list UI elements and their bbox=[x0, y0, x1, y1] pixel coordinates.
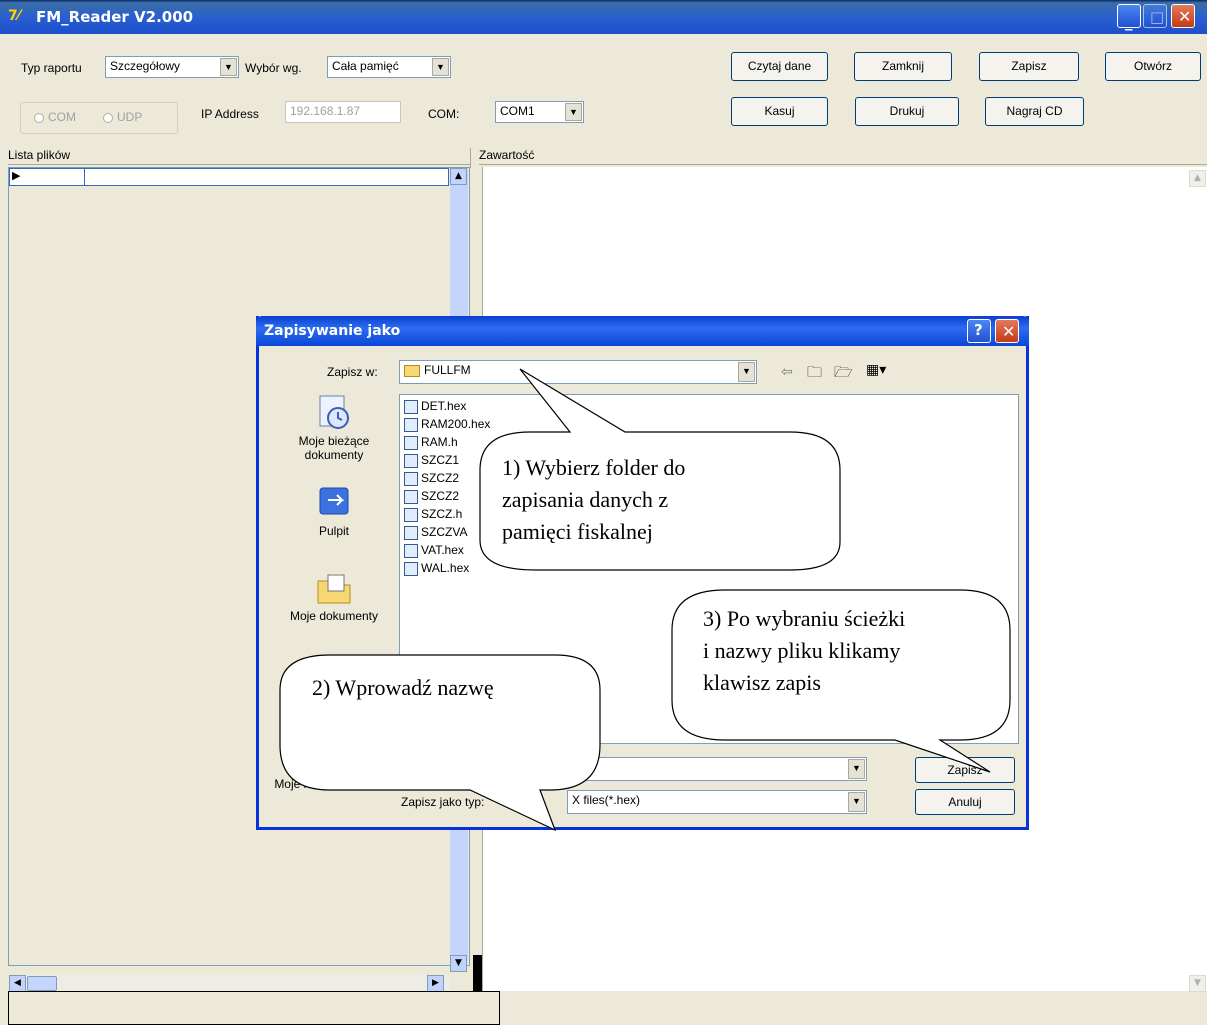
desktop-icon bbox=[314, 482, 354, 522]
file-icon bbox=[404, 561, 418, 576]
file-icon bbox=[404, 417, 418, 432]
burn-cd-button[interactable]: Nagraj CD bbox=[985, 97, 1084, 126]
files-grid-row[interactable]: ▶ bbox=[9, 168, 449, 186]
chevron-down-icon[interactable]: ▼ bbox=[848, 759, 865, 779]
list-item[interactable]: WAL.hex bbox=[404, 561, 469, 576]
dialog-cancel-button[interactable]: Anuluj bbox=[915, 789, 1015, 815]
new-folder-icon[interactable]: 🗁 bbox=[834, 362, 853, 387]
place-desktop[interactable]: Pulpit bbox=[273, 482, 395, 538]
places-bar: Moje bieżące dokumenty Pulpit Moje dokum… bbox=[273, 392, 395, 802]
list-item[interactable]: RAM200.hex bbox=[404, 417, 490, 432]
place-recent[interactable]: Moje bieżące dokumenty bbox=[273, 392, 395, 462]
filename-input[interactable]: ▼ bbox=[567, 757, 867, 781]
minimize-button[interactable]: _ bbox=[1117, 4, 1141, 31]
scroll-up-icon[interactable]: ▲ bbox=[450, 168, 467, 185]
help-button[interactable]: ? bbox=[967, 319, 991, 343]
file-icon bbox=[404, 543, 418, 558]
folder-icon bbox=[404, 364, 420, 377]
scroll-down-icon[interactable]: ▼ bbox=[450, 955, 467, 972]
save-as-dialog: Zapisywanie jako ? ✕ Zapisz w: FULLFM ▼ … bbox=[256, 316, 1029, 830]
dialog-close-button[interactable]: ✕ bbox=[995, 319, 1019, 343]
file-icon bbox=[404, 453, 418, 468]
file-icon bbox=[404, 471, 418, 486]
up-folder-icon[interactable]: 🗀 bbox=[807, 362, 822, 387]
dialog-title: Zapisywanie jako bbox=[264, 323, 401, 339]
select-by-select[interactable]: Cała pamięć ▼ bbox=[327, 56, 451, 78]
file-icon bbox=[404, 489, 418, 504]
save-button[interactable]: Zapisz bbox=[979, 52, 1079, 81]
radio-udp[interactable]: UDP bbox=[103, 110, 142, 124]
com-label: COM: bbox=[428, 107, 460, 121]
list-item[interactable]: SZCZ.h bbox=[404, 507, 462, 522]
chevron-down-icon[interactable]: ▼ bbox=[565, 103, 582, 121]
scroll-left-icon[interactable]: ◀ bbox=[9, 975, 26, 992]
back-arrow-icon[interactable]: ⇦ bbox=[781, 364, 793, 380]
content-scroll-up-icon[interactable]: ▲ bbox=[1189, 170, 1206, 187]
content-panel-header: Zawartość bbox=[479, 148, 1207, 165]
list-item[interactable]: VAT.hex bbox=[404, 543, 464, 558]
open-button[interactable]: Otwórz bbox=[1105, 52, 1201, 81]
view-menu-icon[interactable]: ▦▾ bbox=[866, 362, 886, 378]
file-icon bbox=[404, 507, 418, 522]
ip-address-input[interactable]: 192.168.1.87 bbox=[285, 101, 401, 123]
window-title: FM_Reader V2.000 bbox=[36, 8, 194, 26]
filename-label: Nazwa pli bbox=[401, 764, 454, 778]
read-data-button[interactable]: Czytaj dane bbox=[731, 52, 828, 81]
save-in-label: Zapisz w: bbox=[327, 365, 378, 379]
callout-1-text: 1) Wybierz folder do zapisania danych z … bbox=[502, 455, 686, 544]
place-network[interactable]: Moje miejsca sieciowe bbox=[273, 777, 395, 791]
file-icon bbox=[404, 435, 418, 450]
callout-3-text: 3) Po wybraniu ścieżki i nazwy pliku kli… bbox=[703, 606, 906, 695]
content-scroll-down-icon[interactable]: ▼ bbox=[1189, 975, 1206, 992]
maximize-button[interactable]: □ bbox=[1143, 4, 1167, 28]
radio-com[interactable]: COM bbox=[34, 110, 76, 124]
dialog-save-button[interactable]: Zapisz bbox=[915, 757, 1015, 783]
callout-2-text: 2) Wprowadź nazwę bbox=[312, 675, 494, 700]
delete-button[interactable]: Kasuj bbox=[731, 97, 828, 126]
report-type-label: Typ raportu bbox=[21, 61, 82, 75]
files-horizontal-scrollbar[interactable] bbox=[9, 975, 450, 992]
row-pointer-icon: ▶ bbox=[12, 169, 21, 182]
list-item[interactable]: SZCZ2 bbox=[404, 489, 459, 504]
chevron-down-icon[interactable]: ▼ bbox=[848, 792, 865, 812]
report-type-select[interactable]: Szczegółowy ▼ bbox=[105, 56, 239, 78]
dialog-title-bar: Zapisywanie jako ? ✕ bbox=[256, 316, 1029, 346]
chevron-down-icon[interactable]: ▼ bbox=[220, 58, 237, 76]
my-documents-icon bbox=[314, 567, 354, 607]
recent-documents-icon bbox=[314, 392, 354, 432]
save-in-select[interactable]: FULLFM ▼ bbox=[399, 360, 757, 384]
status-bar bbox=[8, 991, 500, 1025]
ip-address-label: IP Address bbox=[201, 107, 259, 121]
list-item[interactable]: SZCZ2 bbox=[404, 471, 459, 486]
close-button[interactable]: Zamknij bbox=[854, 52, 952, 81]
window-title-bar: 7⁄ FM_Reader V2.000 _ □ ✕ bbox=[0, 0, 1207, 34]
place-my-documents[interactable]: Moje dokumenty bbox=[273, 567, 395, 623]
close-window-button[interactable]: ✕ bbox=[1171, 4, 1195, 28]
print-button[interactable]: Drukuj bbox=[855, 97, 959, 126]
list-item[interactable]: SZCZ1 bbox=[404, 453, 459, 468]
list-item[interactable]: RAM.h bbox=[404, 435, 458, 450]
chevron-down-icon[interactable]: ▼ bbox=[432, 58, 449, 76]
file-icon bbox=[404, 399, 418, 414]
files-panel-header: Lista plików bbox=[8, 148, 470, 165]
com-port-select[interactable]: COM1 ▼ bbox=[495, 101, 584, 123]
filetype-select[interactable]: X files(*.hex) ▼ bbox=[567, 790, 867, 814]
scroll-right-icon[interactable]: ▶ bbox=[427, 975, 444, 992]
list-item[interactable]: DET.hex bbox=[404, 399, 466, 414]
list-item[interactable]: SZCZVA bbox=[404, 525, 467, 540]
app-logo-icon: 7⁄ bbox=[8, 8, 21, 24]
horizontal-scroll-thumb[interactable] bbox=[27, 976, 57, 991]
select-by-label: Wybór wg. bbox=[245, 61, 302, 75]
chevron-down-icon[interactable]: ▼ bbox=[738, 362, 755, 382]
filetype-label: Zapisz jako typ: bbox=[401, 795, 485, 809]
file-icon bbox=[404, 525, 418, 540]
